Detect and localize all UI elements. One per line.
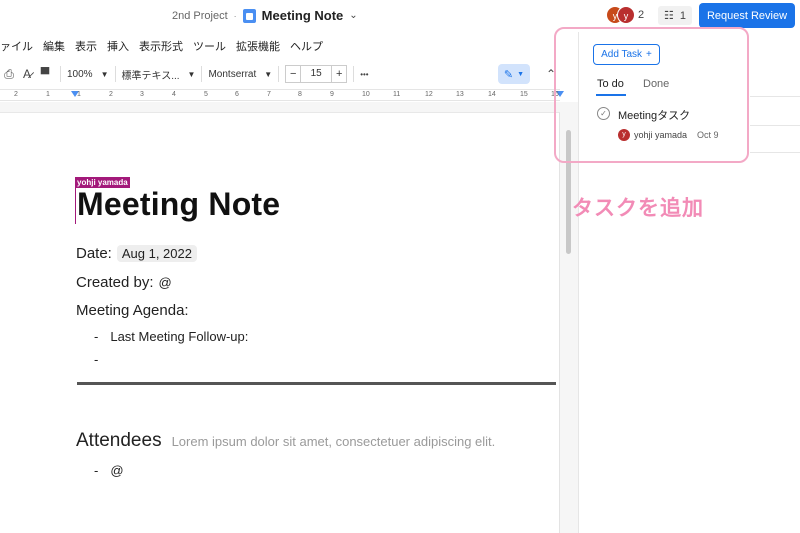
ruler-number: 13	[456, 91, 464, 98]
more-options-button[interactable]: •••	[360, 70, 368, 79]
text-style-select[interactable]: 標準テキス... ▼	[122, 67, 196, 82]
ruler-number: 14	[488, 91, 496, 98]
collaborator-cursor	[75, 188, 76, 224]
ruler-number: 7	[267, 91, 271, 98]
ruler-number: 3	[140, 91, 144, 98]
document-title[interactable]: Meeting Note	[262, 8, 344, 23]
font-select[interactable]: Montserrat ▼	[208, 69, 272, 80]
panel-separator	[750, 96, 800, 97]
ruler-number: 9	[330, 91, 334, 98]
font-size-input[interactable]: 15	[301, 65, 332, 83]
font-size-stepper: − 15 +	[285, 65, 348, 83]
list-item-text: Last Meeting Follow-up:	[110, 329, 249, 344]
editing-mode-button[interactable]: ✎ ▼	[498, 64, 530, 84]
ruler-number: 11	[393, 91, 401, 98]
list-item[interactable]: -	[94, 352, 110, 367]
print-icon[interactable]: ⎙	[0, 67, 18, 82]
mention-placeholder: @	[110, 463, 124, 478]
toolbar-divider	[278, 66, 280, 82]
annotation-label: タスクを追加	[572, 197, 704, 220]
date-chip[interactable]: Aug 1, 2022	[116, 245, 197, 262]
menu-view[interactable]: 表示	[75, 38, 97, 56]
menu-format[interactable]: 表示形式	[139, 38, 183, 56]
ruler-scale[interactable]: 2 1 1 2 3 4 5 6 7 8 9 10 11 12 13 14 15 16	[0, 91, 564, 101]
ruler-number: 2	[109, 91, 113, 98]
dropdown-arrow-icon: ▼	[100, 69, 109, 79]
bullet-marker: -	[94, 463, 99, 478]
ruler-number: 5	[204, 91, 208, 98]
attendees-heading[interactable]: Attendees	[76, 430, 162, 452]
menu-edit[interactable]: 編集	[43, 38, 65, 56]
spellcheck-icon[interactable]: A̷	[18, 67, 36, 81]
pencil-icon: ✎	[503, 68, 514, 81]
created-by-label: Created by:	[76, 274, 154, 291]
font-value: Montserrat	[208, 68, 257, 80]
list-item[interactable]: - Last Meeting Follow-up:	[94, 329, 248, 344]
ruler-number: 1	[46, 91, 50, 98]
toolbar-divider	[353, 66, 355, 82]
collaborator-avatars[interactable]: y y	[606, 6, 636, 24]
avatar: y	[617, 6, 635, 24]
tasks-toggle-button[interactable]: ☷ 1	[658, 6, 692, 25]
date-row: Date: Aug 1, 2022	[76, 245, 197, 262]
menu-help[interactable]: ヘルプ	[290, 38, 323, 56]
ruler-number: 2	[14, 91, 18, 98]
checklist-icon: ☷	[664, 10, 674, 22]
ruler-number: 1	[77, 91, 81, 98]
dropdown-arrow-icon: ▼	[264, 69, 273, 79]
toolbar-divider	[201, 66, 203, 82]
document-icon	[242, 8, 256, 23]
project-link[interactable]: 2nd Project	[172, 10, 228, 22]
text-style-value: 標準テキス...	[121, 70, 180, 82]
highlight-box	[554, 27, 749, 163]
menu-tools[interactable]: ツール	[193, 38, 226, 56]
ruler-number: 4	[172, 91, 176, 98]
zoom-select[interactable]: 100% ▼	[67, 69, 109, 80]
horizontal-divider	[77, 382, 556, 385]
panel-separator	[750, 152, 800, 153]
date-label: Date:	[76, 245, 112, 262]
list-item[interactable]: - @	[94, 463, 124, 478]
bullet-marker: -	[94, 329, 99, 344]
paint-format-icon[interactable]: ▀	[36, 67, 54, 81]
font-size-increase-button[interactable]: +	[331, 65, 348, 83]
menu-file[interactable]: ァイル	[0, 38, 33, 56]
ruler: 2 1 1 2 3 4 5 6 7 8 9 10 11 12 13 14 15 16	[0, 89, 564, 101]
menu-bar: ァイル 編集 表示 挿入 表示形式 ツール 拡張機能 ヘルプ	[0, 38, 333, 56]
agenda-row: Meeting Agenda:	[76, 302, 189, 319]
ruler-number: 10	[362, 91, 370, 98]
task-count: 1	[679, 9, 686, 22]
document-heading[interactable]: Meeting Note	[77, 186, 280, 223]
font-size-decrease-button[interactable]: −	[285, 65, 302, 83]
panel-separator	[750, 125, 800, 126]
breadcrumb: 2nd Project · Meeting Note ⌄	[172, 8, 358, 23]
agenda-label: Meeting Agenda:	[76, 302, 189, 319]
mention-placeholder[interactable]: @	[159, 275, 172, 290]
zoom-value: 100%	[67, 68, 93, 80]
menu-extensions[interactable]: 拡張機能	[236, 38, 280, 56]
toolbar-divider	[60, 66, 61, 82]
collaborator-count: 2	[638, 9, 645, 21]
ruler-number: 15	[520, 91, 528, 98]
ruler-number: 8	[298, 91, 302, 98]
breadcrumb-separator: ·	[233, 10, 237, 21]
ruler-number: 6	[235, 91, 239, 98]
bullet-marker: -	[94, 352, 99, 367]
chevron-down-icon[interactable]: ⌄	[349, 10, 357, 21]
attendees-row: Attendees Lorem ipsum dolor sit amet, co…	[76, 430, 495, 452]
ruler-number: 12	[425, 91, 433, 98]
toolbar-divider	[114, 66, 116, 82]
menu-insert[interactable]: 挿入	[107, 38, 129, 56]
request-review-button[interactable]: Request Review	[699, 3, 795, 28]
dropdown-arrow-icon: ▼	[187, 69, 196, 79]
document-page[interactable]	[0, 112, 560, 533]
created-by-row: Created by: @	[76, 274, 172, 291]
attendees-placeholder[interactable]: Lorem ipsum dolor sit amet, consectetuer…	[172, 434, 496, 449]
formatting-toolbar: ⎙ A̷ ▀ 100% ▼ 標準テキス... ▼ Montserrat ▼ − …	[0, 62, 560, 86]
dropdown-arrow-icon: ▼	[517, 70, 525, 78]
